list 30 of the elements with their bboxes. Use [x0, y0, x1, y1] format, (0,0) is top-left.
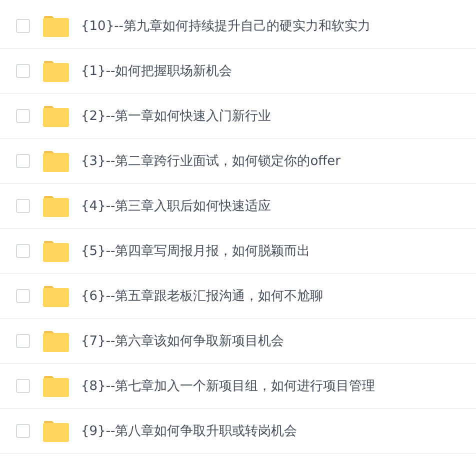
folder-name[interactable]: {1}--如何把握职场新机会 [81, 62, 232, 80]
checkbox[interactable] [16, 289, 30, 303]
checkbox[interactable] [16, 244, 30, 258]
folder-icon [43, 420, 69, 442]
checkbox[interactable] [16, 109, 30, 123]
checkbox[interactable] [16, 424, 30, 438]
checkbox[interactable] [16, 199, 30, 213]
folder-icon [43, 195, 69, 217]
checkbox[interactable] [16, 19, 30, 33]
folder-name[interactable]: {10}--第九章如何持续提升自己的硬实力和软实力 [81, 17, 370, 35]
folder-icon [43, 240, 69, 262]
folder-name[interactable]: {2}--第一章如何快速入门新行业 [81, 107, 272, 125]
folder-icon [43, 105, 69, 127]
folder-icon [43, 60, 69, 82]
folder-name[interactable]: {5}--第四章写周报月报，如何脱颖而出 [81, 242, 310, 260]
folder-name[interactable]: {9}--第八章如何争取升职或转岗机会 [81, 422, 298, 440]
folder-icon [43, 150, 69, 172]
folder-name[interactable]: {3}--第二章跨行业面试，如何锁定你的offer [81, 152, 340, 170]
folder-icon [43, 375, 69, 397]
folder-icon [43, 15, 69, 37]
checkbox[interactable] [16, 334, 30, 348]
checkbox[interactable] [16, 154, 30, 168]
folder-name[interactable]: {8}--第七章加入一个新项目组，如何进行项目管理 [81, 377, 376, 395]
checkbox[interactable] [16, 64, 30, 78]
folder-name[interactable]: {4}--第三章入职后如何快速适应 [81, 197, 272, 215]
folder-name[interactable]: {6}--第五章跟老板汇报沟通，如何不尬聊 [81, 287, 324, 305]
folder-name[interactable]: {7}--第六章该如何争取新项目机会 [81, 332, 284, 350]
folder-icon [43, 285, 69, 307]
folder-icon [43, 330, 69, 352]
checkbox[interactable] [16, 379, 30, 393]
